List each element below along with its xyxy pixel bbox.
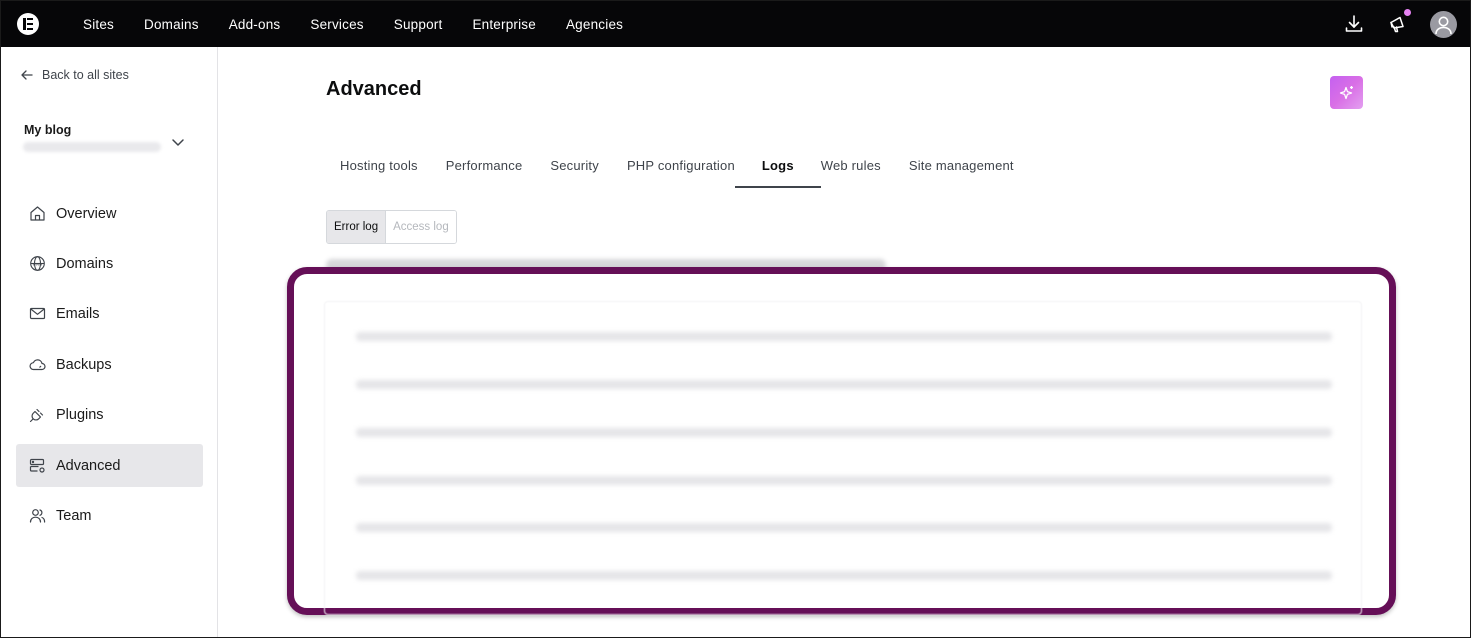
sidebar-item-advanced[interactable]: Advanced bbox=[16, 444, 203, 487]
log-line-redacted bbox=[356, 332, 1332, 341]
error-log-toggle[interactable]: Error log bbox=[327, 211, 386, 243]
tab-web-rules[interactable]: Web rules bbox=[807, 146, 895, 188]
elementor-logo-icon[interactable] bbox=[17, 13, 39, 35]
sidebar-item-label: Team bbox=[56, 507, 92, 524]
tab-security[interactable]: Security bbox=[536, 146, 613, 188]
cloud-icon bbox=[28, 356, 46, 374]
sidebar-item-backups[interactable]: Backups bbox=[16, 343, 203, 386]
chevron-down-icon[interactable] bbox=[169, 133, 187, 151]
log-line-redacted bbox=[356, 571, 1332, 580]
tab-php-configuration[interactable]: PHP configuration bbox=[613, 146, 749, 188]
site-name: My blog bbox=[24, 123, 72, 137]
sidebar-item-label: Plugins bbox=[56, 406, 104, 423]
log-content-panel bbox=[324, 301, 1362, 615]
sidebar-item-label: Domains bbox=[56, 255, 114, 272]
sidebar-item-domains[interactable]: www Domains bbox=[16, 242, 203, 285]
envelope-icon bbox=[28, 305, 46, 323]
sidebar-item-overview[interactable]: Overview bbox=[16, 192, 203, 235]
back-to-sites-link[interactable]: Back to all sites bbox=[21, 68, 129, 82]
download-icon[interactable] bbox=[1343, 13, 1365, 35]
svg-text:www: www bbox=[32, 261, 43, 266]
user-avatar-icon[interactable] bbox=[1430, 11, 1457, 38]
sidebar-item-label: Emails bbox=[56, 305, 100, 322]
nav-enterprise[interactable]: Enterprise bbox=[457, 1, 551, 47]
main-nav: Sites Domains Add-ons Services Support E… bbox=[68, 1, 638, 47]
users-icon bbox=[28, 507, 46, 525]
tab-hosting-tools[interactable]: Hosting tools bbox=[326, 146, 432, 188]
announcement-icon[interactable] bbox=[1387, 9, 1411, 35]
log-line-redacted bbox=[356, 380, 1332, 389]
top-navigation-bar: Sites Domains Add-ons Services Support E… bbox=[1, 1, 1470, 47]
sidebar-item-label: Overview bbox=[56, 205, 117, 222]
app-window: Sites Domains Add-ons Services Support E… bbox=[0, 0, 1471, 638]
back-link-label: Back to all sites bbox=[42, 68, 129, 82]
arrow-left-icon bbox=[21, 70, 33, 80]
log-line-redacted bbox=[356, 476, 1332, 485]
sidebar-item-emails[interactable]: Emails bbox=[16, 292, 203, 335]
log-line-redacted bbox=[356, 428, 1332, 437]
settings-tabs: Hosting tools Performance Security PHP c… bbox=[326, 146, 1028, 188]
sidebar: Back to all sites My blog Overview www D… bbox=[1, 47, 218, 637]
sidebar-item-label: Advanced bbox=[56, 457, 121, 474]
sparkle-icon bbox=[1339, 85, 1353, 99]
nav-services[interactable]: Services bbox=[295, 1, 378, 47]
tab-performance[interactable]: Performance bbox=[432, 146, 537, 188]
sidebar-item-plugins[interactable]: Plugins bbox=[16, 393, 203, 436]
nav-agencies[interactable]: Agencies bbox=[551, 1, 638, 47]
sidebar-item-team[interactable]: Team bbox=[16, 494, 203, 537]
globe-www-icon: www bbox=[28, 255, 46, 273]
sidebar-item-label: Backups bbox=[56, 356, 112, 373]
notification-dot bbox=[1404, 9, 1411, 16]
page-title: Advanced bbox=[326, 78, 422, 100]
plug-icon bbox=[28, 406, 46, 424]
tab-site-management[interactable]: Site management bbox=[895, 146, 1028, 188]
log-type-toggle: Error log Access log bbox=[326, 210, 457, 244]
nav-support[interactable]: Support bbox=[379, 1, 458, 47]
site-url-redacted bbox=[23, 142, 161, 152]
log-line-redacted bbox=[356, 523, 1332, 532]
nav-sites[interactable]: Sites bbox=[68, 1, 129, 47]
ai-assistant-button[interactable] bbox=[1330, 76, 1363, 109]
access-log-toggle[interactable]: Access log bbox=[385, 211, 456, 243]
nav-add-ons[interactable]: Add-ons bbox=[214, 1, 296, 47]
server-settings-icon bbox=[28, 457, 46, 475]
nav-domains[interactable]: Domains bbox=[129, 1, 214, 47]
home-icon bbox=[28, 205, 46, 223]
